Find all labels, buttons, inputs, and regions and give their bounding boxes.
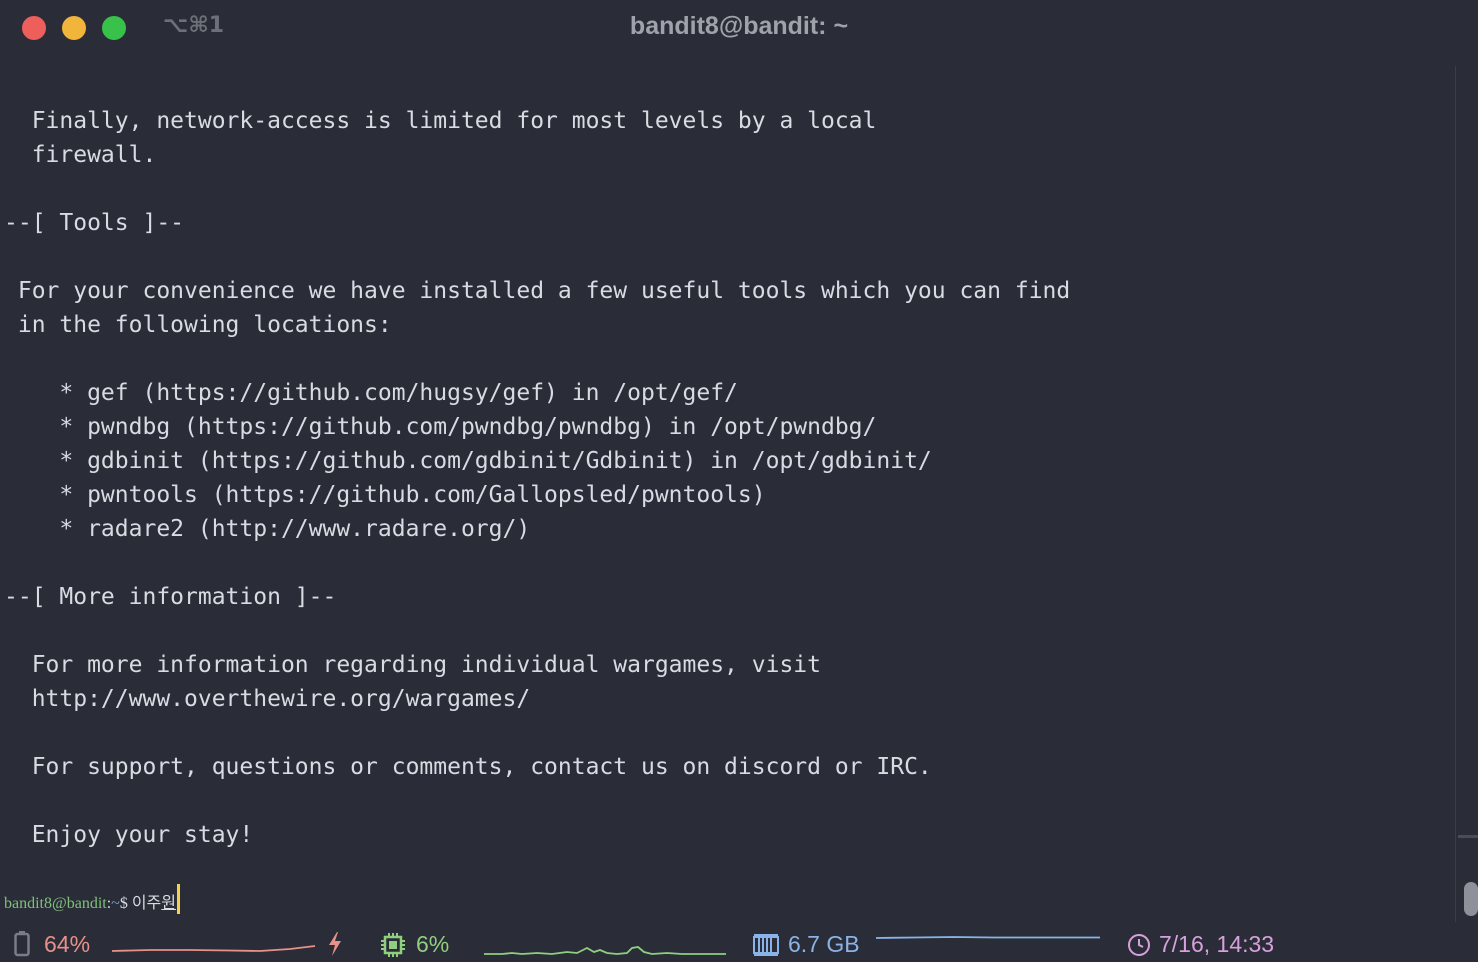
terminal-line: For more information regarding individua… [4,652,821,678]
terminal-line: firewall. [4,142,157,168]
terminal-line: For your convenience we have installed a… [4,278,1071,304]
terminal-line: --[ Tools ]-- [4,210,185,236]
title-bar[interactable]: ⌥⌘1 bandit8@bandit: ~ [0,0,1478,56]
terminal-line: * radare2 (http://www.radare.org/) [4,516,531,542]
status-bar: 64% 6% 6.7 GB 7/16, 14:33 [0,926,1478,962]
window-title: bandit8@bandit: ~ [629,12,849,40]
memory-sparkline [875,936,1100,939]
text-cursor [177,884,181,914]
scroll-mark [1458,835,1478,838]
terminal-output[interactable]: Finally, network-access is limited for m… [0,68,1450,930]
lightning-icon [329,932,341,956]
terminal-line: * pwntools (https://github.com/Gallopsle… [4,482,766,508]
clock-icon [1128,934,1150,956]
typed-input: 이주 [131,895,162,912]
scrollbar-track[interactable] [1455,66,1456,922]
terminal-line: For support, questions or comments, cont… [4,754,932,780]
terminal-line: Enjoy your stay! [4,822,254,848]
battery-icon [14,931,30,957]
terminal-line: * gef (https://github.com/hugsy/gef) in … [4,380,738,406]
cpu-value: 6% [416,931,450,957]
memory-icon [753,934,779,956]
prompt-symbol: $ [119,895,132,912]
prompt-user-host: bandit8@bandit [4,895,107,912]
terminal-window: ⌥⌘1 bandit8@bandit: ~ Finally, network-a… [0,0,1478,962]
prompt-line[interactable]: bandit8@bandit:~$ 이주원 [4,884,181,918]
prompt-path: ~ [111,895,120,912]
scrollbar-thumb[interactable] [1464,882,1478,916]
terminal-line: in the following locations: [4,312,392,338]
battery-value: 64% [44,931,91,957]
terminal-line: http://www.overthewire.org/wargames/ [4,686,531,712]
terminal-line: * pwndbg (https://github.com/pwndbg/pwnd… [4,414,877,440]
memory-value: 6.7 GB [788,931,860,957]
ime-composition: 원 [161,895,177,912]
terminal-line: * gdbinit (https://github.com/gdbinit/Gd… [4,448,932,474]
terminal-line: --[ More information ]-- [4,584,337,610]
cpu-sparkline [484,946,726,955]
clock-value: 7/16, 14:33 [1159,931,1275,957]
battery-sparkline [111,945,316,952]
terminal-line: Finally, network-access is limited for m… [4,108,877,134]
cpu-icon [381,933,405,957]
